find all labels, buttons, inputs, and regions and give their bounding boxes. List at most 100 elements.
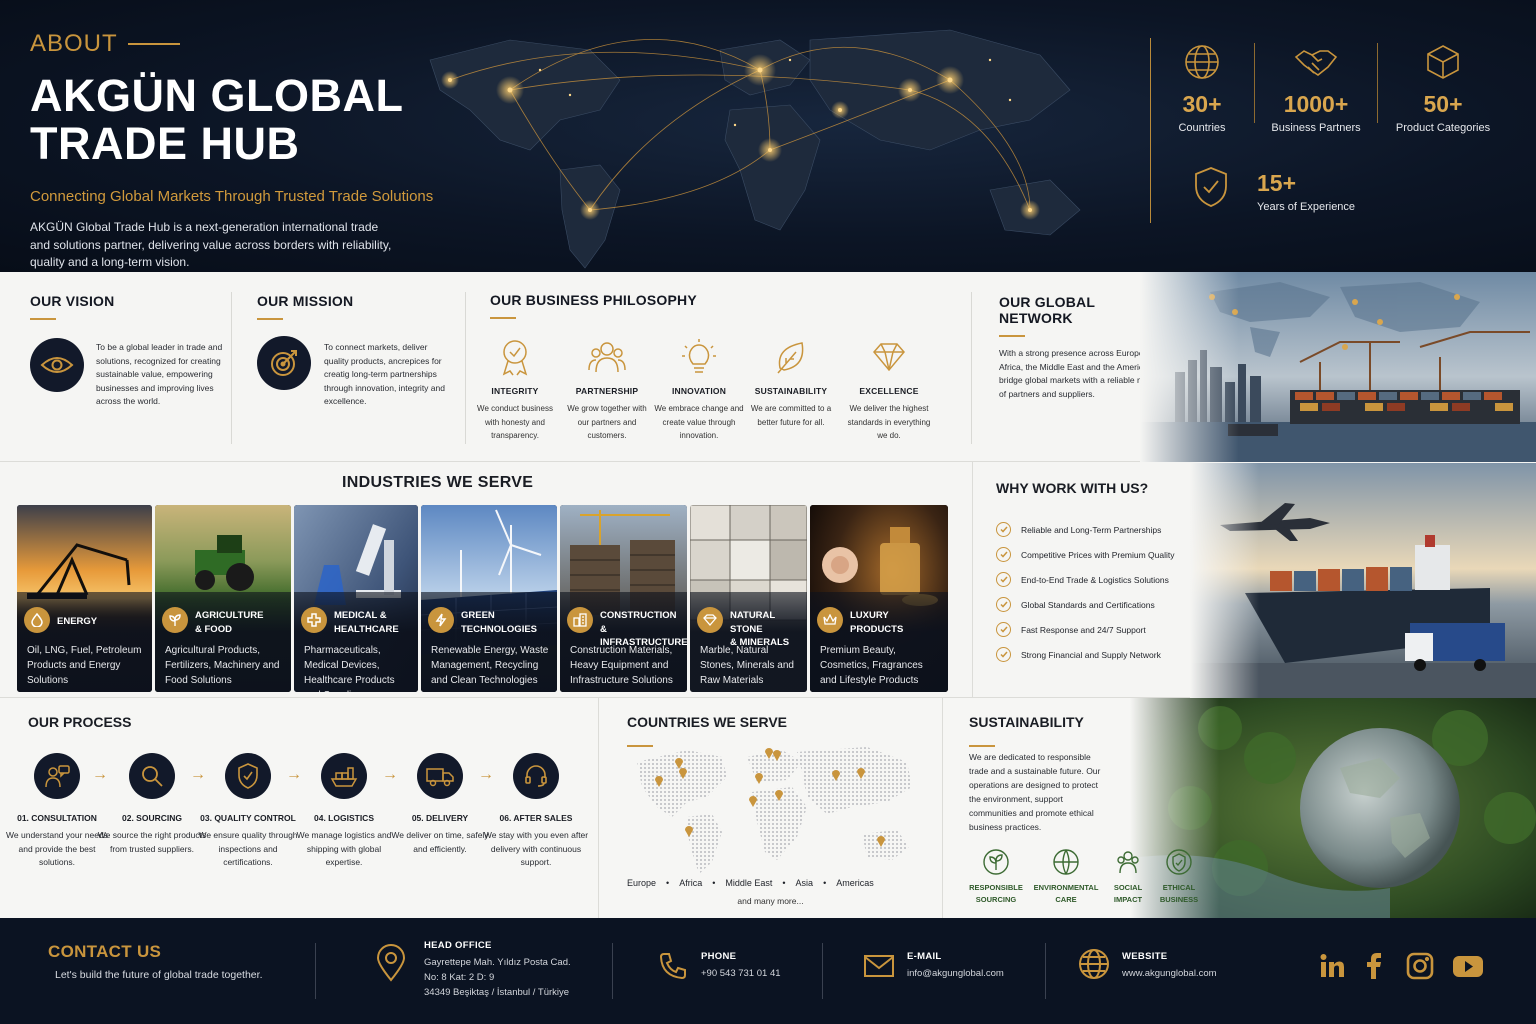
mission-section: OUR MISSION To connect markets, deliver … bbox=[257, 272, 457, 462]
cargo-ship-truck-image bbox=[1190, 463, 1536, 698]
countries-title: COUNTRIES WE SERVE bbox=[627, 714, 787, 730]
industry-name: LUXURY PRODUCTS bbox=[850, 609, 903, 636]
why-item-text: Competitive Prices with Premium Quality bbox=[1021, 549, 1175, 560]
check-circle-icon bbox=[996, 572, 1011, 587]
vision-icon-badge bbox=[30, 338, 84, 392]
stat-label: Years of Experience bbox=[1257, 201, 1356, 213]
youtube-icon[interactable] bbox=[1452, 952, 1484, 980]
industry-name-line: CONSTRUCTION bbox=[600, 610, 677, 621]
stat-label: Business Partners bbox=[1271, 122, 1361, 134]
industry-badge bbox=[697, 607, 723, 633]
industry-card-energy[interactable]: ENERGY Oil, LNG, Fuel, Petroleum Product… bbox=[17, 505, 152, 692]
industry-text: Renewable Energy, Waste Management, Recy… bbox=[431, 645, 549, 686]
divider bbox=[315, 943, 316, 999]
phone-label: PHONE bbox=[701, 951, 737, 962]
stat-categories: 50+ Product Categories bbox=[1383, 43, 1503, 134]
industry-card-agriculture[interactable]: AGRICULTURE & FOOD Agricultural Products,… bbox=[155, 505, 291, 692]
phone-block[interactable]: PHONE +90 543 731 01 41 bbox=[701, 951, 781, 981]
philosophy-item-text: We embrace change and create value throu… bbox=[654, 404, 744, 440]
linkedin-icon[interactable] bbox=[1318, 952, 1346, 980]
philosophy-item-text: We grow together with our partners and c… bbox=[567, 404, 647, 440]
title-underline bbox=[257, 318, 283, 320]
mission-text: To connect markets, deliver quality prod… bbox=[324, 342, 445, 406]
email-address[interactable]: info@akgunglobal.com bbox=[907, 966, 1004, 981]
sustainability-text: We are dedicated to responsible trade an… bbox=[969, 752, 1101, 832]
stat-value: 30+ bbox=[1182, 91, 1222, 117]
industry-text: Marble, Natural Stones, Minerals and Raw… bbox=[700, 645, 794, 686]
website-block[interactable]: WEBSITE www.akgunglobal.com bbox=[1122, 951, 1217, 981]
globe-leaf-icon bbox=[1053, 849, 1079, 875]
industry-badge bbox=[428, 607, 454, 633]
instagram-icon[interactable] bbox=[1406, 952, 1434, 980]
divider bbox=[1377, 43, 1378, 123]
head-office: HEAD OFFICE Gayrettepe Mah. Yıldız Posta… bbox=[424, 940, 571, 1000]
industry-name-line: PRODUCTS bbox=[850, 623, 904, 635]
vision-text: To be a global leader in trade and solut… bbox=[96, 342, 223, 406]
step-text: We manage logistics and shipping with gl… bbox=[296, 830, 392, 867]
sustainability-item-line: ENVIRONMENTAL bbox=[1033, 883, 1099, 892]
dotted-world-map bbox=[637, 747, 912, 874]
countries-section: COUNTRIES WE SERVE Europe • Africa • Middl… bbox=[598, 698, 943, 918]
industries-title: INDUSTRIES WE SERVE bbox=[342, 474, 534, 491]
about-eyebrow: ABOUT bbox=[30, 30, 470, 58]
shield-check-icon bbox=[238, 763, 258, 789]
countries-more: and many more... bbox=[737, 896, 804, 906]
gem-icon bbox=[703, 614, 717, 626]
email-label: E-MAIL bbox=[907, 951, 942, 962]
stat-countries: 30+ Countries bbox=[1156, 43, 1248, 134]
facebook-icon[interactable] bbox=[1364, 952, 1384, 980]
website-label: WEBSITE bbox=[1122, 951, 1168, 962]
vision-title: OUR VISION bbox=[30, 293, 115, 309]
why-item-text: Reliable and Long-Term Partnerships bbox=[1021, 524, 1162, 535]
why-item: Competitive Prices with Premium Quality bbox=[996, 542, 1175, 567]
industry-text: Pharmaceuticals, Medical Devices, Health… bbox=[304, 645, 395, 692]
email-block[interactable]: E-MAIL info@akgunglobal.com bbox=[907, 951, 1004, 981]
industry-card-luxury[interactable]: LUXURY PRODUCTS Premium Beauty, Cosmetics… bbox=[810, 505, 948, 692]
sprout-icon bbox=[169, 614, 181, 626]
bullet: • bbox=[666, 878, 670, 888]
sustainability-item: ENVIRONMENTAL CARE bbox=[1031, 848, 1101, 905]
footer: CONTACT US Let's build the future of glo… bbox=[0, 918, 1536, 1024]
address-line: No: 8 Kat: 2 D: 9 bbox=[424, 972, 495, 983]
website-link[interactable]: www.akgunglobal.com bbox=[1122, 966, 1217, 981]
divider bbox=[971, 292, 972, 444]
philosophy-item-text: We are committed to a better future for … bbox=[750, 404, 832, 427]
check-circle-icon bbox=[996, 547, 1011, 562]
industry-card-construction[interactable]: CONSTRUCTION & INFRASTRUCTURE Constructio… bbox=[560, 505, 687, 692]
building-icon bbox=[573, 613, 587, 627]
page-title: AKGÜN GLOBAL TRADE HUB bbox=[30, 72, 470, 168]
industry-name: GREEN TECHNOLOGIES bbox=[461, 609, 537, 636]
why-item: Strong Financial and Supply Network bbox=[996, 642, 1175, 667]
industry-card-green-tech[interactable]: GREEN TECHNOLOGIES Renewable Energy, Wast… bbox=[421, 505, 557, 692]
industry-card-stone[interactable]: NATURAL STONE & MINERALS Marble, Natural … bbox=[690, 505, 807, 692]
philosophy-item: INTEGRITY We conduct business with hones… bbox=[470, 338, 560, 443]
sustainability-item: RESPONSIBLE SOURCING bbox=[961, 848, 1031, 905]
sustainability-item-line: ETHICAL bbox=[1162, 883, 1196, 892]
office-address: Gayrettepe Mah. Yıldız Posta Cad. No: 8 … bbox=[424, 955, 571, 1000]
mission-icon-badge bbox=[257, 336, 311, 390]
headset-icon bbox=[525, 765, 547, 787]
title-underline bbox=[999, 335, 1025, 337]
drop-icon bbox=[31, 613, 43, 627]
why-item: Global Standards and Certifications bbox=[996, 592, 1175, 617]
philosophy-item: SUSTAINABILITY We are committed to a bet… bbox=[746, 338, 836, 429]
process-title: OUR PROCESS bbox=[28, 714, 132, 730]
sustainability-item: ETHICAL BUSINESS bbox=[1144, 848, 1214, 905]
title-line-2: TRADE HUB bbox=[30, 118, 300, 169]
region-item: Asia bbox=[795, 878, 814, 888]
about-label: ABOUT bbox=[30, 30, 118, 57]
divider bbox=[1045, 943, 1046, 999]
sustainability-item-line: CARE bbox=[1055, 894, 1077, 904]
hero-description: AKGÜN Global Trade Hub is a next-generat… bbox=[30, 220, 392, 269]
why-item: Fast Response and 24/7 Support bbox=[996, 617, 1175, 642]
step-icon-badge bbox=[34, 753, 80, 799]
industry-text: Construction Materials, Heavy Equipment … bbox=[570, 645, 673, 686]
step-icon-badge bbox=[513, 753, 559, 799]
bullet: • bbox=[782, 878, 786, 888]
stat-value: 15+ bbox=[1257, 170, 1297, 196]
truck-icon bbox=[426, 768, 454, 787]
industry-name-line: TECHNOLOGIES bbox=[461, 623, 538, 635]
phone-number[interactable]: +90 543 731 01 41 bbox=[701, 966, 781, 981]
industry-card-medical[interactable]: MEDICAL & HEALTHCARE Pharmaceuticals, Med… bbox=[294, 505, 418, 692]
hero-subtitle: Connecting Global Markets Through Truste… bbox=[30, 188, 434, 205]
